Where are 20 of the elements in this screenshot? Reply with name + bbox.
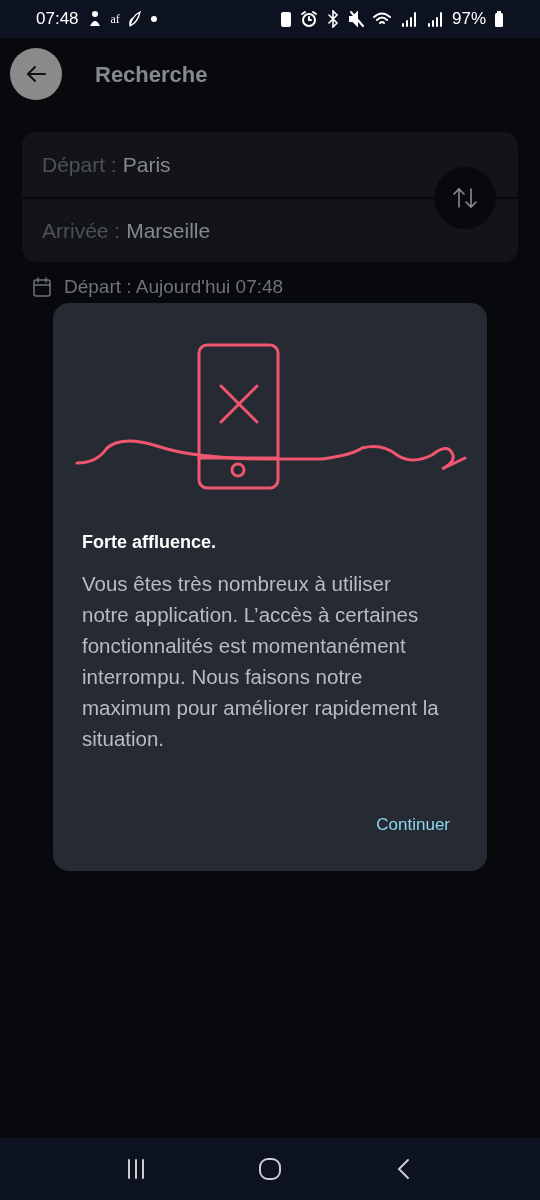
signal-icon <box>399 10 418 28</box>
mute-icon <box>347 10 364 28</box>
departure-time: Départ : Aujourd'hui 07:48 <box>64 276 284 298</box>
swap-arrows-icon <box>451 186 479 210</box>
battery-icon <box>494 10 504 28</box>
back-button[interactable] <box>10 48 62 100</box>
page-title: Recherche <box>95 60 208 89</box>
notification-text: af <box>110 11 120 28</box>
alarm-icon <box>299 10 318 28</box>
battery-percent: 97% <box>451 8 486 31</box>
bluetooth-icon <box>325 10 340 28</box>
dialog-message: Vous êtes très nombreux à utiliser notre application. L’accès à certaines fonctionnalités est momentanément interrompu. Nous faisons notre maximum pour améliorer rapidement la situation. <box>82 571 439 752</box>
clock-time: 07:48 <box>36 8 79 31</box>
route-field[interactable]: Départ : Paris <box>22 132 518 197</box>
signal-icon <box>425 10 444 28</box>
continue-button[interactable]: Continuer <box>376 812 450 838</box>
home-icon[interactable] <box>257 1156 283 1182</box>
dot-icon <box>149 15 158 23</box>
calendar-icon <box>32 276 52 298</box>
dialog-title: Forte affluence. <box>82 531 218 554</box>
